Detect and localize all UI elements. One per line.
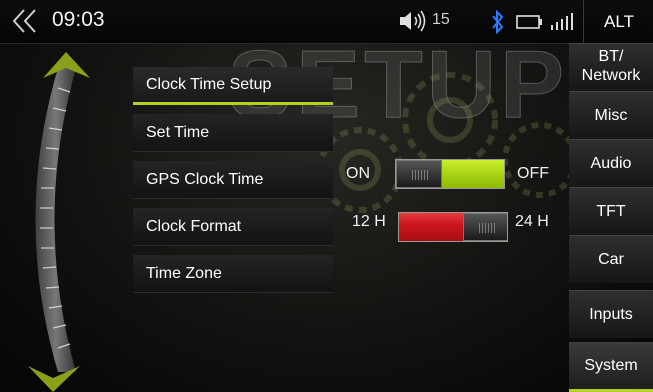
gps-off-label: OFF — [517, 165, 549, 182]
menu-item-time-zone[interactable]: Time Zone — [133, 255, 333, 293]
gps-clock-toggle[interactable] — [395, 159, 505, 189]
tab-label: BT/Network — [569, 47, 653, 85]
format-24h-label: 24 H — [515, 213, 549, 230]
tab-label: Audio — [590, 155, 632, 172]
tab-label: Car — [598, 251, 624, 268]
tab-label: Misc — [594, 107, 628, 124]
format-12h-label: 12 H — [352, 213, 386, 230]
tab-label: TFT — [596, 203, 626, 220]
menu-item-set-time[interactable]: Set Time — [133, 114, 333, 152]
gears-decoration-icon — [317, 72, 578, 213]
tab-inputs[interactable]: Inputs — [569, 290, 653, 338]
signal-strength-icon — [551, 13, 573, 30]
menu-item-clock-time-setup[interactable]: Clock Time Setup — [133, 67, 333, 105]
toggle-knob[interactable] — [396, 160, 442, 188]
tab-bt-network[interactable]: BT/Network — [569, 43, 653, 91]
setup-screen: 09:03 15 ALT SETUP Clock Time Setup Set … — [0, 0, 653, 392]
toggle-knob[interactable] — [463, 213, 507, 241]
tab-audio[interactable]: Audio — [569, 139, 653, 187]
tab-tft[interactable]: TFT — [569, 187, 653, 235]
scroll-down-arrow-icon[interactable] — [28, 366, 80, 392]
tab-label: Inputs — [589, 306, 633, 323]
volume-level: 15 — [432, 11, 450, 28]
menu-item-gps-clock-time[interactable]: GPS Clock Time — [133, 161, 333, 199]
clock-format-toggle[interactable] — [398, 212, 508, 242]
tab-label: System — [584, 357, 638, 374]
gps-on-label: ON — [346, 165, 370, 182]
tab-label-line: BT/ — [598, 48, 624, 65]
alt-button[interactable]: ALT — [583, 0, 653, 43]
menu-item-clock-format[interactable]: Clock Format — [133, 208, 333, 246]
tab-car[interactable]: Car — [569, 235, 653, 283]
scroll-wheel[interactable] — [18, 48, 108, 392]
tab-label-line: Network — [581, 67, 641, 84]
back-chevron-icon[interactable] — [10, 6, 40, 36]
battery-icon — [516, 15, 542, 29]
tab-misc[interactable]: Misc — [569, 91, 653, 139]
tab-system[interactable]: System — [569, 342, 653, 392]
clock-time: 09:03 — [52, 8, 105, 31]
